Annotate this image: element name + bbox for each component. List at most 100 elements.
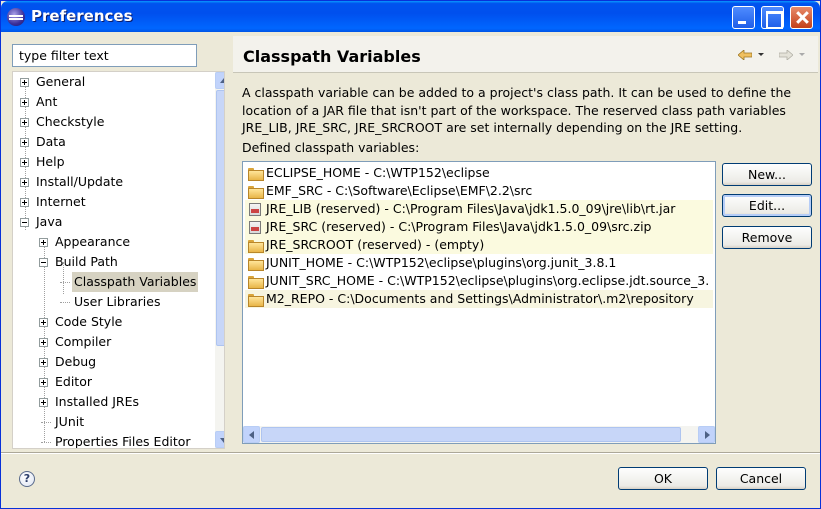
tree-item[interactable]: Code Style — [13, 312, 213, 332]
tree-item-label: Checkstyle — [36, 114, 105, 129]
tree-item[interactable]: JUnit — [13, 412, 213, 432]
tree-connector — [41, 442, 51, 443]
tree-item-label: User Libraries — [74, 294, 161, 309]
forward-button[interactable] — [779, 47, 807, 63]
tree-item-label: Help — [36, 154, 65, 169]
expand-icon[interactable] — [39, 358, 48, 367]
expand-icon[interactable] — [20, 158, 29, 167]
maximize-button[interactable] — [761, 6, 784, 29]
tree-item-label: General — [36, 74, 86, 89]
expand-icon[interactable] — [20, 118, 29, 127]
variable-row[interactable]: JUNIT_SRC_HOME - C:\WTP152\eclipse\plugi… — [245, 272, 713, 290]
scroll-right-button[interactable] — [698, 426, 715, 443]
tree-item-label: Data — [36, 134, 66, 149]
variable-text: M2_REPO - C:\Documents and Settings\Admi… — [266, 291, 694, 306]
expand-icon[interactable] — [20, 98, 29, 107]
cancel-button[interactable]: Cancel — [716, 467, 806, 490]
remove-button[interactable]: Remove — [722, 226, 812, 249]
tree-item-label: Properties Files Editor — [55, 434, 191, 449]
tree-item[interactable]: Appearance — [13, 232, 213, 252]
tree-item[interactable]: Install/Update — [13, 172, 213, 192]
new-button[interactable]: New... — [722, 163, 812, 186]
eclipse-icon — [7, 8, 25, 26]
tree-item[interactable]: Internet — [13, 192, 213, 212]
tree-item[interactable]: General — [13, 72, 213, 92]
back-button[interactable] — [738, 47, 766, 63]
folder-icon — [248, 168, 264, 181]
forward-arrow-icon — [779, 50, 793, 60]
defined-variables-label: Defined classpath variables: — [242, 140, 420, 155]
folder-icon — [248, 276, 264, 289]
tree-item-label: Installed JREs — [55, 394, 140, 409]
variable-row[interactable]: ECLIPSE_HOME - C:\WTP152\eclipse — [245, 164, 713, 182]
variable-row[interactable]: JUNIT_HOME - C:\WTP152\eclipse\plugins\o… — [245, 254, 713, 272]
tree-connector — [60, 302, 70, 303]
folder-icon — [248, 258, 264, 271]
preferences-window: Preferences General Ant Checkstyle Data Help… — [0, 0, 821, 509]
variable-text: JUNIT_HOME - C:\WTP152\eclipse\plugins\o… — [266, 255, 617, 270]
expand-icon[interactable] — [39, 378, 48, 387]
expand-icon[interactable] — [39, 318, 48, 327]
tree-item[interactable]: Compiler — [13, 332, 213, 352]
variable-text: JRE_SRC (reserved) - C:\Program Files\Ja… — [266, 219, 652, 234]
tree-item[interactable]: Editor — [13, 372, 213, 392]
scroll-thumb[interactable] — [216, 90, 224, 346]
tree-item-label: Code Style — [55, 314, 123, 329]
edit-button[interactable]: Edit... — [722, 194, 812, 217]
minimize-button[interactable] — [732, 6, 755, 29]
ok-button[interactable]: OK — [618, 467, 708, 490]
collapse-icon[interactable] — [39, 258, 48, 267]
collapse-icon[interactable] — [20, 218, 29, 227]
title-bar[interactable]: Preferences — [1, 1, 820, 32]
expand-icon[interactable] — [39, 398, 48, 407]
tree-item[interactable]: Classpath Variables — [13, 272, 213, 292]
variable-text: EMF_SRC - C:\Software\Eclipse\EMF\2.2\sr… — [266, 183, 533, 198]
scroll-left-button[interactable] — [243, 426, 260, 443]
variable-row[interactable]: JRE_SRC (reserved) - C:\Program Files\Ja… — [245, 218, 713, 236]
tree-item[interactable]: Properties Files Editor — [13, 432, 213, 449]
tree-item-label: Editor — [55, 374, 92, 389]
list-horizontal-scrollbar[interactable] — [243, 426, 715, 443]
variable-row[interactable]: EMF_SRC - C:\Software\Eclipse\EMF\2.2\sr… — [245, 182, 713, 200]
help-icon[interactable]: ? — [19, 471, 35, 487]
window-title: Preferences — [31, 7, 133, 25]
scroll-thumb[interactable] — [261, 427, 681, 442]
variable-row[interactable]: JRE_LIB (reserved) - C:\Program Files\Ja… — [245, 200, 713, 218]
tree-item-label: Java — [36, 214, 63, 229]
tree-vertical-scrollbar[interactable] — [215, 72, 224, 448]
scroll-down-button[interactable] — [215, 431, 224, 448]
scroll-up-button[interactable] — [215, 72, 224, 89]
variable-row[interactable]: JRE_SRCROOT (reserved) - (empty) — [245, 236, 713, 254]
back-arrow-icon — [738, 50, 752, 60]
page-panel: Classpath Variables A classpath variable… — [233, 36, 818, 450]
tree-item[interactable]: Build Path — [13, 252, 213, 272]
tree-item[interactable]: Installed JREs — [13, 392, 213, 412]
expand-icon[interactable] — [20, 78, 29, 87]
folder-icon — [248, 240, 264, 253]
tree-item[interactable]: User Libraries — [13, 292, 213, 312]
expand-icon[interactable] — [39, 338, 48, 347]
tree-item[interactable]: Data — [13, 132, 213, 152]
page-title: Classpath Variables — [243, 47, 421, 66]
tree-item[interactable]: Checkstyle — [13, 112, 213, 132]
expand-icon[interactable] — [20, 178, 29, 187]
expand-icon[interactable] — [20, 198, 29, 207]
tree-item-label: Build Path — [55, 254, 118, 269]
expand-icon[interactable] — [20, 138, 29, 147]
variable-row[interactable]: M2_REPO - C:\Documents and Settings\Admi… — [245, 290, 713, 308]
tree-item-label: Compiler — [55, 334, 112, 349]
filter-input[interactable] — [12, 44, 197, 67]
classpath-variables-list[interactable]: M2_REPO - C:\Documents and Settings\Admi… — [242, 161, 716, 444]
tree-item[interactable]: Debug — [13, 352, 213, 372]
expand-icon[interactable] — [39, 238, 48, 247]
variable-text: JUNIT_SRC_HOME - C:\WTP152\eclipse\plugi… — [266, 273, 710, 288]
variable-text: JRE_LIB (reserved) - C:\Program Files\Ja… — [266, 201, 676, 216]
tree-item[interactable]: Ant — [13, 92, 213, 112]
folder-icon — [248, 186, 264, 199]
tree-item[interactable]: Java — [13, 212, 213, 232]
preferences-tree: General Ant Checkstyle Data Help Install/Upda… — [12, 71, 225, 449]
chevron-down-icon[interactable] — [758, 53, 764, 56]
tree-item[interactable]: Help — [13, 152, 213, 172]
close-button[interactable] — [790, 6, 813, 29]
chevron-down-icon[interactable] — [799, 53, 805, 56]
